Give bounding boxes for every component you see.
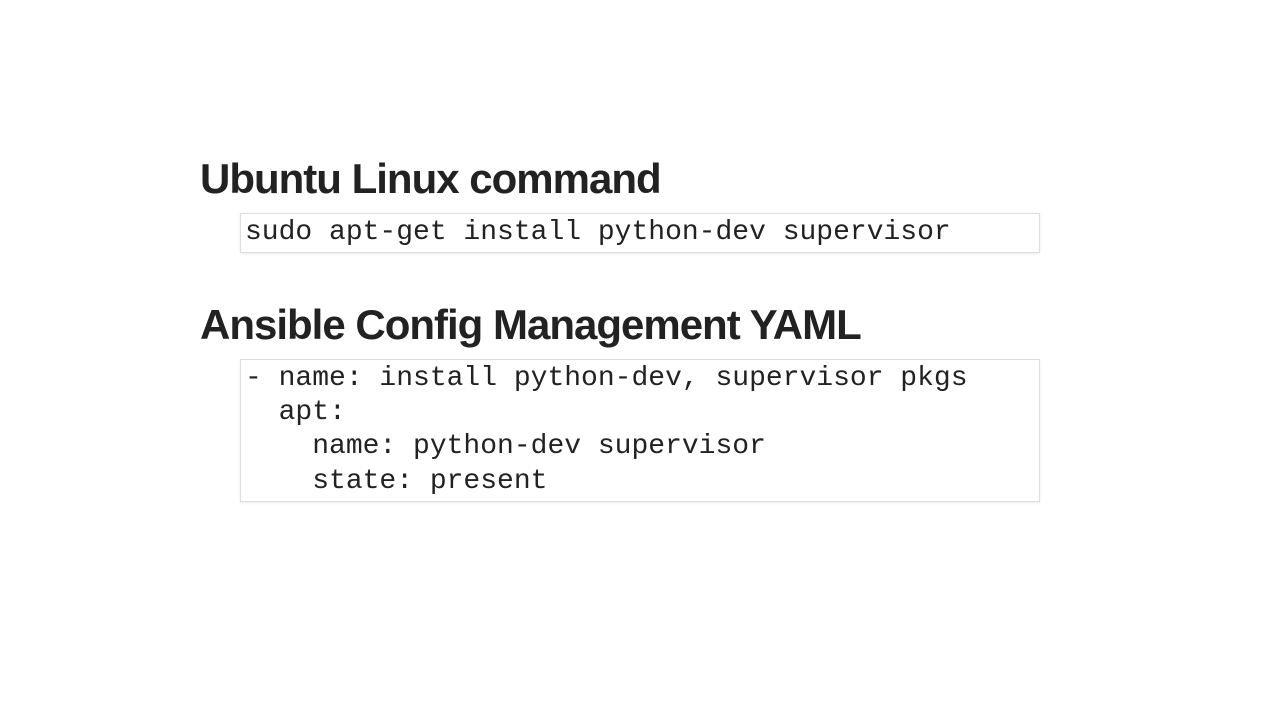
ansible-code-block: - name: install python-dev, supervisor p…	[240, 359, 1040, 502]
ansible-heading: Ansible Config Management YAML	[200, 301, 1080, 349]
content-container: Ubuntu Linux command sudo apt-get instal…	[0, 0, 1280, 502]
section-ansible: Ansible Config Management YAML - name: i…	[200, 301, 1080, 502]
ubuntu-code-block: sudo apt-get install python-dev supervis…	[240, 213, 1040, 253]
ubuntu-heading: Ubuntu Linux command	[200, 155, 1080, 203]
section-ubuntu: Ubuntu Linux command sudo apt-get instal…	[200, 155, 1080, 253]
